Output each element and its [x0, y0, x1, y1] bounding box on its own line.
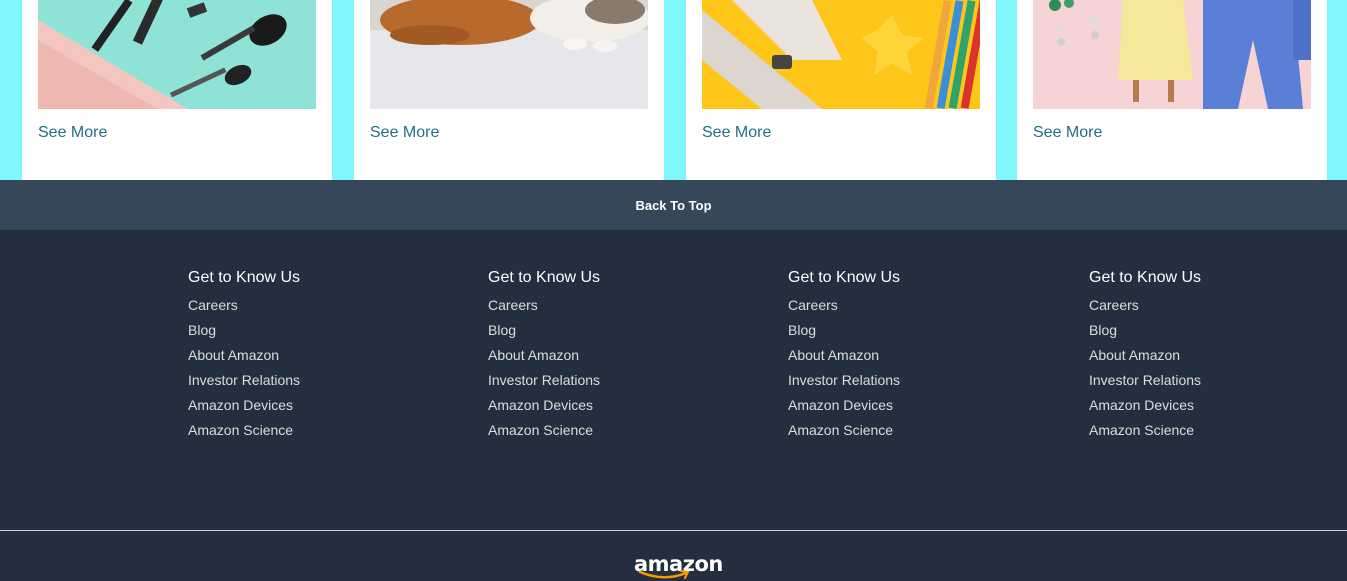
footer-link-amazon-devices[interactable]: Amazon Devices	[1089, 393, 1329, 418]
footer-link-about-amazon[interactable]: About Amazon	[488, 343, 728, 368]
footer-link-about-amazon[interactable]: About Amazon	[188, 343, 428, 368]
footer-link-careers[interactable]: Careers	[188, 293, 428, 318]
product-card: See More	[22, 0, 332, 180]
footer-column: Get to Know Us Careers Blog About Amazon…	[1089, 268, 1329, 443]
footer-link-blog[interactable]: Blog	[1089, 318, 1329, 343]
footer-link-blog[interactable]: Blog	[488, 318, 728, 343]
footer-heading: Get to Know Us	[788, 269, 901, 286]
footer-column: Get to Know Us Careers Blog About Amazon…	[488, 268, 728, 443]
card-image-toys[interactable]	[702, 0, 980, 109]
footer-link-about-amazon[interactable]: About Amazon	[788, 343, 1028, 368]
product-card: See More	[1017, 0, 1327, 180]
amazon-logo[interactable]: amazon	[634, 553, 723, 581]
footer-heading: Get to Know Us	[1089, 269, 1202, 286]
footer-link-careers[interactable]: Careers	[488, 293, 728, 318]
footer-column: Get to Know Us Careers Blog About Amazon…	[188, 268, 428, 443]
footer-link-amazon-devices[interactable]: Amazon Devices	[788, 393, 1028, 418]
footer-link-investor-relations[interactable]: Investor Relations	[1089, 368, 1329, 393]
footer-link-amazon-devices[interactable]: Amazon Devices	[488, 393, 728, 418]
footer-heading: Get to Know Us	[188, 269, 301, 286]
back-to-top-label: Back To Top	[635, 197, 712, 213]
footer-link-investor-relations[interactable]: Investor Relations	[788, 368, 1028, 393]
card-image-pets[interactable]	[370, 0, 648, 109]
footer-link-investor-relations[interactable]: Investor Relations	[488, 368, 728, 393]
footer-link-amazon-devices[interactable]: Amazon Devices	[188, 393, 428, 418]
footer-link-about-amazon[interactable]: About Amazon	[1089, 343, 1329, 368]
smile-arrow-icon	[638, 570, 690, 579]
footer-heading: Get to Know Us	[488, 269, 601, 286]
back-to-top-button[interactable]: Back To Top	[0, 180, 1347, 230]
footer-link-investor-relations[interactable]: Investor Relations	[188, 368, 428, 393]
see-more-link[interactable]: See More	[370, 124, 439, 142]
footer-bottom: amazon	[0, 531, 1347, 581]
product-card: See More	[354, 0, 664, 180]
footer: Get to Know Us Careers Blog About Amazon…	[0, 230, 1347, 530]
footer-link-amazon-science[interactable]: Amazon Science	[488, 418, 728, 443]
footer-link-careers[interactable]: Careers	[1089, 293, 1329, 318]
footer-link-amazon-science[interactable]: Amazon Science	[188, 418, 428, 443]
card-image-cosmetics[interactable]	[38, 0, 316, 109]
footer-link-blog[interactable]: Blog	[188, 318, 428, 343]
footer-link-blog[interactable]: Blog	[788, 318, 1028, 343]
card-image-fashion[interactable]	[1033, 0, 1311, 109]
card-grid: See More See More See More See More	[0, 0, 1347, 180]
footer-column: Get to Know Us Careers Blog About Amazon…	[788, 268, 1028, 443]
footer-link-amazon-science[interactable]: Amazon Science	[788, 418, 1028, 443]
footer-link-amazon-science[interactable]: Amazon Science	[1089, 418, 1329, 443]
see-more-link[interactable]: See More	[1033, 124, 1102, 142]
footer-link-careers[interactable]: Careers	[788, 293, 1028, 318]
see-more-link[interactable]: See More	[38, 124, 107, 142]
product-card: See More	[686, 0, 996, 180]
see-more-link[interactable]: See More	[702, 124, 771, 142]
